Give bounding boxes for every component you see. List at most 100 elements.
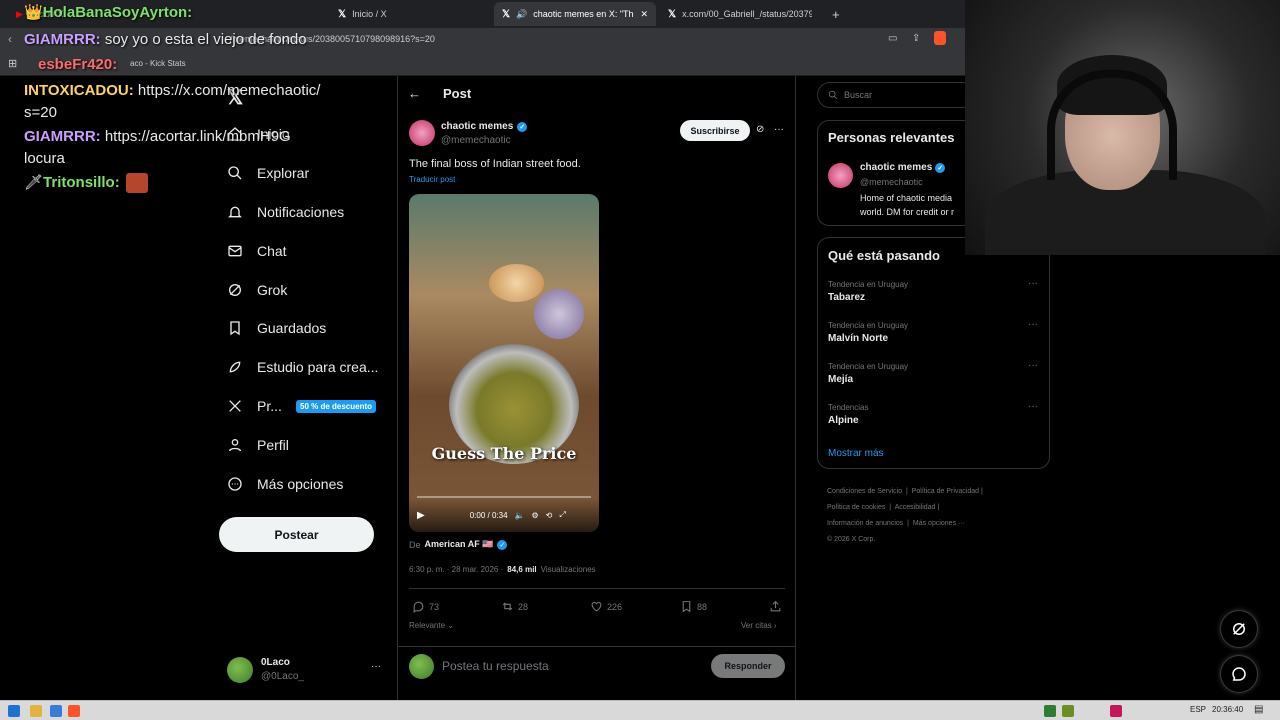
sidebar-item-guardados[interactable]: Guardados — [227, 320, 326, 336]
sidebar-item-estudio[interactable]: Estudio para crea... — [227, 359, 378, 375]
trend-item[interactable]: Tendencias Alpine ··· — [828, 401, 1038, 426]
sidebar-item-label: Chat — [257, 243, 287, 259]
sidebar-item-chat[interactable]: Chat — [227, 243, 287, 259]
notification-icon[interactable]: ▤ — [1254, 704, 1263, 715]
more-icon[interactable]: ··· — [1028, 319, 1038, 330]
sidebar-item-premium[interactable]: Pr... — [227, 398, 282, 414]
brave-icon[interactable] — [68, 705, 80, 717]
close-icon[interactable]: ✕ — [640, 9, 648, 20]
post-meta: 6:30 p. m. · 28 mar. 2026 · 84,6 mil Vis… — [409, 565, 596, 574]
video-player[interactable]: Guess The Price ▶ 0:00 / 0:34 🔈 ⚙ ⟲ ⤢ — [409, 194, 599, 532]
chat-text: https://acortar.link/mbmH9G — [100, 128, 291, 145]
tab-chaotic-memes[interactable]: 𝕏 🔊 chaotic memes en X: "The fi ✕ — [494, 2, 656, 26]
folder-icon[interactable] — [30, 705, 42, 717]
back-arrow-icon[interactable]: ← — [408, 86, 421, 101]
more-icon[interactable]: ··· — [774, 124, 784, 135]
app-icon[interactable] — [50, 705, 62, 717]
more-icon[interactable]: ··· — [1028, 278, 1038, 289]
more-icon[interactable]: ··· — [1028, 360, 1038, 371]
footer-link[interactable]: Condiciones de Servicio — [827, 488, 902, 495]
trend-name: Malvín Norte — [828, 333, 889, 344]
post-timestamp[interactable]: 6:30 p. m. · 28 mar. 2026 · — [409, 565, 503, 574]
trend-item[interactable]: Tendencia en Uruguay Tabarez ··· — [828, 278, 1038, 303]
clock[interactable]: 20:36:40 — [1212, 705, 1243, 714]
discount-badge[interactable]: 50 % de descuento — [296, 400, 377, 413]
profile-name: 0Laco — [261, 657, 290, 668]
new-tab-button[interactable]: + — [824, 2, 844, 26]
share-action[interactable] — [769, 600, 782, 613]
sidebar-item-notificaciones[interactable]: Notificaciones — [227, 204, 344, 220]
sidebar-item-label: Perfil — [257, 437, 289, 453]
subscribe-button[interactable]: Suscribirse — [680, 120, 750, 141]
post-button[interactable]: Postear — [219, 517, 374, 552]
rocket-icon — [229, 361, 241, 373]
tray-icon[interactable] — [1110, 705, 1122, 717]
tab-gabriell[interactable]: 𝕏x.com/00_Gabriell_/status/2037947 — [660, 2, 820, 26]
trends-card: Qué está pasando Tendencia en Uruguay Ta… — [817, 237, 1050, 469]
fullscreen-icon[interactable]: ⤢ — [559, 510, 565, 520]
translate-link[interactable]: Traducir post — [409, 175, 455, 184]
apps-grid-icon[interactable]: ⊞ — [8, 57, 17, 70]
search-box[interactable]: Buscar — [817, 82, 977, 108]
bread-bun-visual — [489, 264, 544, 302]
avatar[interactable] — [828, 163, 853, 188]
bookmark-action[interactable]: 88 — [680, 600, 707, 613]
tray-icon[interactable] — [1044, 705, 1056, 717]
tab-inicio-2[interactable]: 𝕏 Inicio / X — [330, 2, 490, 26]
grok-float-button[interactable] — [1220, 610, 1258, 648]
trend-item[interactable]: Tendencia en Uruguay Mejía ··· — [828, 360, 1038, 385]
footer-link[interactable]: Política de Privacidad — [912, 488, 979, 495]
settings-icon[interactable]: ⚙ — [531, 511, 538, 520]
more-icon[interactable]: ··· — [371, 661, 381, 672]
account-switcher[interactable]: 0Laco @0Laco_ ··· — [227, 655, 387, 685]
footer-link[interactable]: Más opciones ··· — [913, 520, 965, 527]
chat-username: GIAMRRR: — [24, 31, 101, 48]
bookmark-kick-stats[interactable]: aco - Kick Stats — [130, 59, 186, 68]
play-icon[interactable]: ▶ — [417, 510, 425, 521]
trend-item[interactable]: Tendencia en Uruguay Malvín Norte ··· — [828, 319, 1038, 344]
video-controls: ▶ 0:00 / 0:34 🔈 ⚙ ⟲ ⤢ — [409, 498, 599, 532]
language-indicator[interactable]: ESP — [1190, 705, 1206, 714]
view-quotes-link[interactable]: Ver citas › — [741, 621, 777, 630]
reply-input[interactable]: Postea tu respuesta — [442, 659, 549, 673]
card-title: Personas relevantes — [828, 130, 955, 145]
youtube-icon: ▶ — [16, 8, 23, 19]
source-name[interactable]: American AF 🇺🇸 — [425, 539, 494, 550]
like-action[interactable]: 226 — [590, 600, 622, 613]
footer-link[interactable]: Accesibilidad — [895, 504, 936, 511]
loop-icon[interactable]: ⟲ — [546, 511, 553, 520]
sidebar-item-mas-opciones[interactable]: Más opciones — [227, 476, 343, 492]
share-icon[interactable]: ⇪ — [912, 33, 920, 44]
author-avatar[interactable] — [409, 120, 435, 146]
source-attribution: De American AF 🇺🇸 ✓ — [409, 539, 508, 550]
messages-float-button[interactable] — [1220, 655, 1258, 693]
back-icon[interactable]: ‹ — [8, 32, 12, 46]
footer-link[interactable]: Política de cookies — [827, 504, 885, 511]
chat-username: HolaBanaSoyAyrton: — [42, 4, 193, 21]
reply-action[interactable]: 73 — [412, 600, 439, 613]
trend-context: Tendencia en Uruguay — [828, 362, 909, 371]
reply-count: 73 — [429, 601, 440, 612]
brave-icon[interactable] — [934, 31, 946, 45]
views-count: 84,6 mil — [507, 565, 537, 574]
windows-start-icon[interactable] — [8, 705, 20, 717]
tray-icon[interactable] — [1062, 705, 1074, 717]
screen-icon[interactable]: ▭ — [888, 33, 897, 44]
author-name-row[interactable]: chaotic memes ✓ — [441, 121, 528, 132]
sidebar-item-explorar[interactable]: Explorar — [227, 165, 309, 181]
relevant-bio: world. DM for credit or r — [860, 207, 955, 217]
volume-icon[interactable]: 🔈 — [515, 511, 525, 520]
show-more-link[interactable]: Mostrar más — [828, 448, 884, 459]
x-logo-icon: 𝕏 — [668, 8, 677, 20]
relevant-name-row[interactable]: chaotic memes ✓ — [860, 162, 946, 173]
sidebar-item-label: Guardados — [257, 320, 327, 336]
reply-button[interactable]: Responder — [711, 654, 785, 678]
sort-dropdown[interactable]: Relevante ⌄ — [409, 621, 454, 630]
sidebar-item-grok[interactable]: Grok — [227, 282, 287, 298]
author-name: chaotic memes — [441, 121, 514, 132]
more-icon[interactable]: ··· — [1028, 401, 1038, 412]
footer-link[interactable]: Información de anuncios — [827, 520, 903, 527]
repost-action[interactable]: 28 — [501, 600, 528, 613]
grok-icon[interactable]: ⊘ — [756, 124, 764, 135]
sidebar-item-perfil[interactable]: Perfil — [227, 437, 289, 453]
